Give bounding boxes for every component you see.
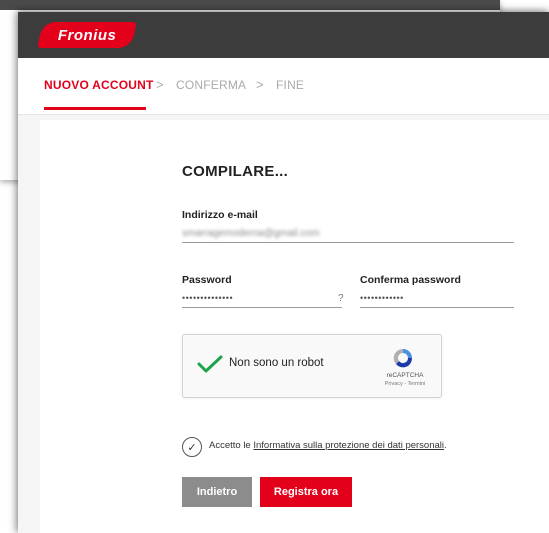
step-separator: > bbox=[156, 77, 164, 92]
consent-suffix: . bbox=[444, 440, 447, 451]
email-value: smarragemoderna@gmail.com bbox=[182, 228, 320, 239]
confirm-password-field[interactable]: •••••••••••• bbox=[360, 291, 514, 308]
password-label: Password bbox=[182, 274, 232, 286]
recaptcha-brand: reCAPTCHA bbox=[386, 372, 424, 379]
logo-text: Fronius bbox=[57, 26, 117, 44]
step-confirm: CONFERMA bbox=[176, 78, 247, 92]
registration-window: Fronius NUOVO ACCOUNT > CONFERMA > FINE … bbox=[18, 12, 549, 533]
back-button[interactable]: Indietro bbox=[182, 477, 252, 507]
step-new-account: NUOVO ACCOUNT bbox=[44, 78, 154, 92]
email-label: Indirizzo e-mail bbox=[182, 209, 258, 221]
privacy-policy-link[interactable]: Informativa sulla protezione dei dati pe… bbox=[253, 440, 444, 451]
consent-prefix: Accetto le bbox=[209, 440, 254, 451]
recaptcha-label: Non sono un robot bbox=[229, 357, 324, 369]
checkmark-icon[interactable] bbox=[197, 355, 223, 373]
form-card bbox=[40, 120, 549, 533]
form-title: COMPILARE... bbox=[182, 163, 289, 180]
recaptcha-logo-icon bbox=[393, 348, 413, 368]
recaptcha-links[interactable]: Privacy - Termini bbox=[376, 381, 434, 387]
background-window-strip bbox=[0, 0, 500, 10]
email-field[interactable]: smarragemoderna@gmail.com bbox=[182, 226, 514, 243]
recaptcha-widget[interactable]: Non sono un robot reCAPTCHA Privacy - Te… bbox=[182, 334, 442, 398]
password-value: •••••••••••••• bbox=[182, 293, 234, 303]
consent-checkbox[interactable]: ✓ bbox=[182, 437, 202, 457]
check-icon: ✓ bbox=[187, 441, 197, 454]
step-end: FINE bbox=[276, 78, 305, 92]
fronius-logo[interactable]: Fronius bbox=[37, 22, 137, 48]
site-header: Fronius bbox=[18, 12, 549, 58]
register-button[interactable]: Registra ora bbox=[260, 477, 352, 507]
active-step-underline bbox=[44, 107, 146, 110]
password-field[interactable]: •••••••••••••• bbox=[182, 291, 342, 308]
step-separator: > bbox=[256, 77, 264, 92]
consent-text: Accetto le Informativa sulla protezione … bbox=[209, 440, 447, 451]
confirm-password-value: •••••••••••• bbox=[360, 293, 404, 303]
confirm-password-label: Conferma password bbox=[360, 274, 461, 286]
password-help-icon[interactable]: ? bbox=[338, 293, 344, 304]
